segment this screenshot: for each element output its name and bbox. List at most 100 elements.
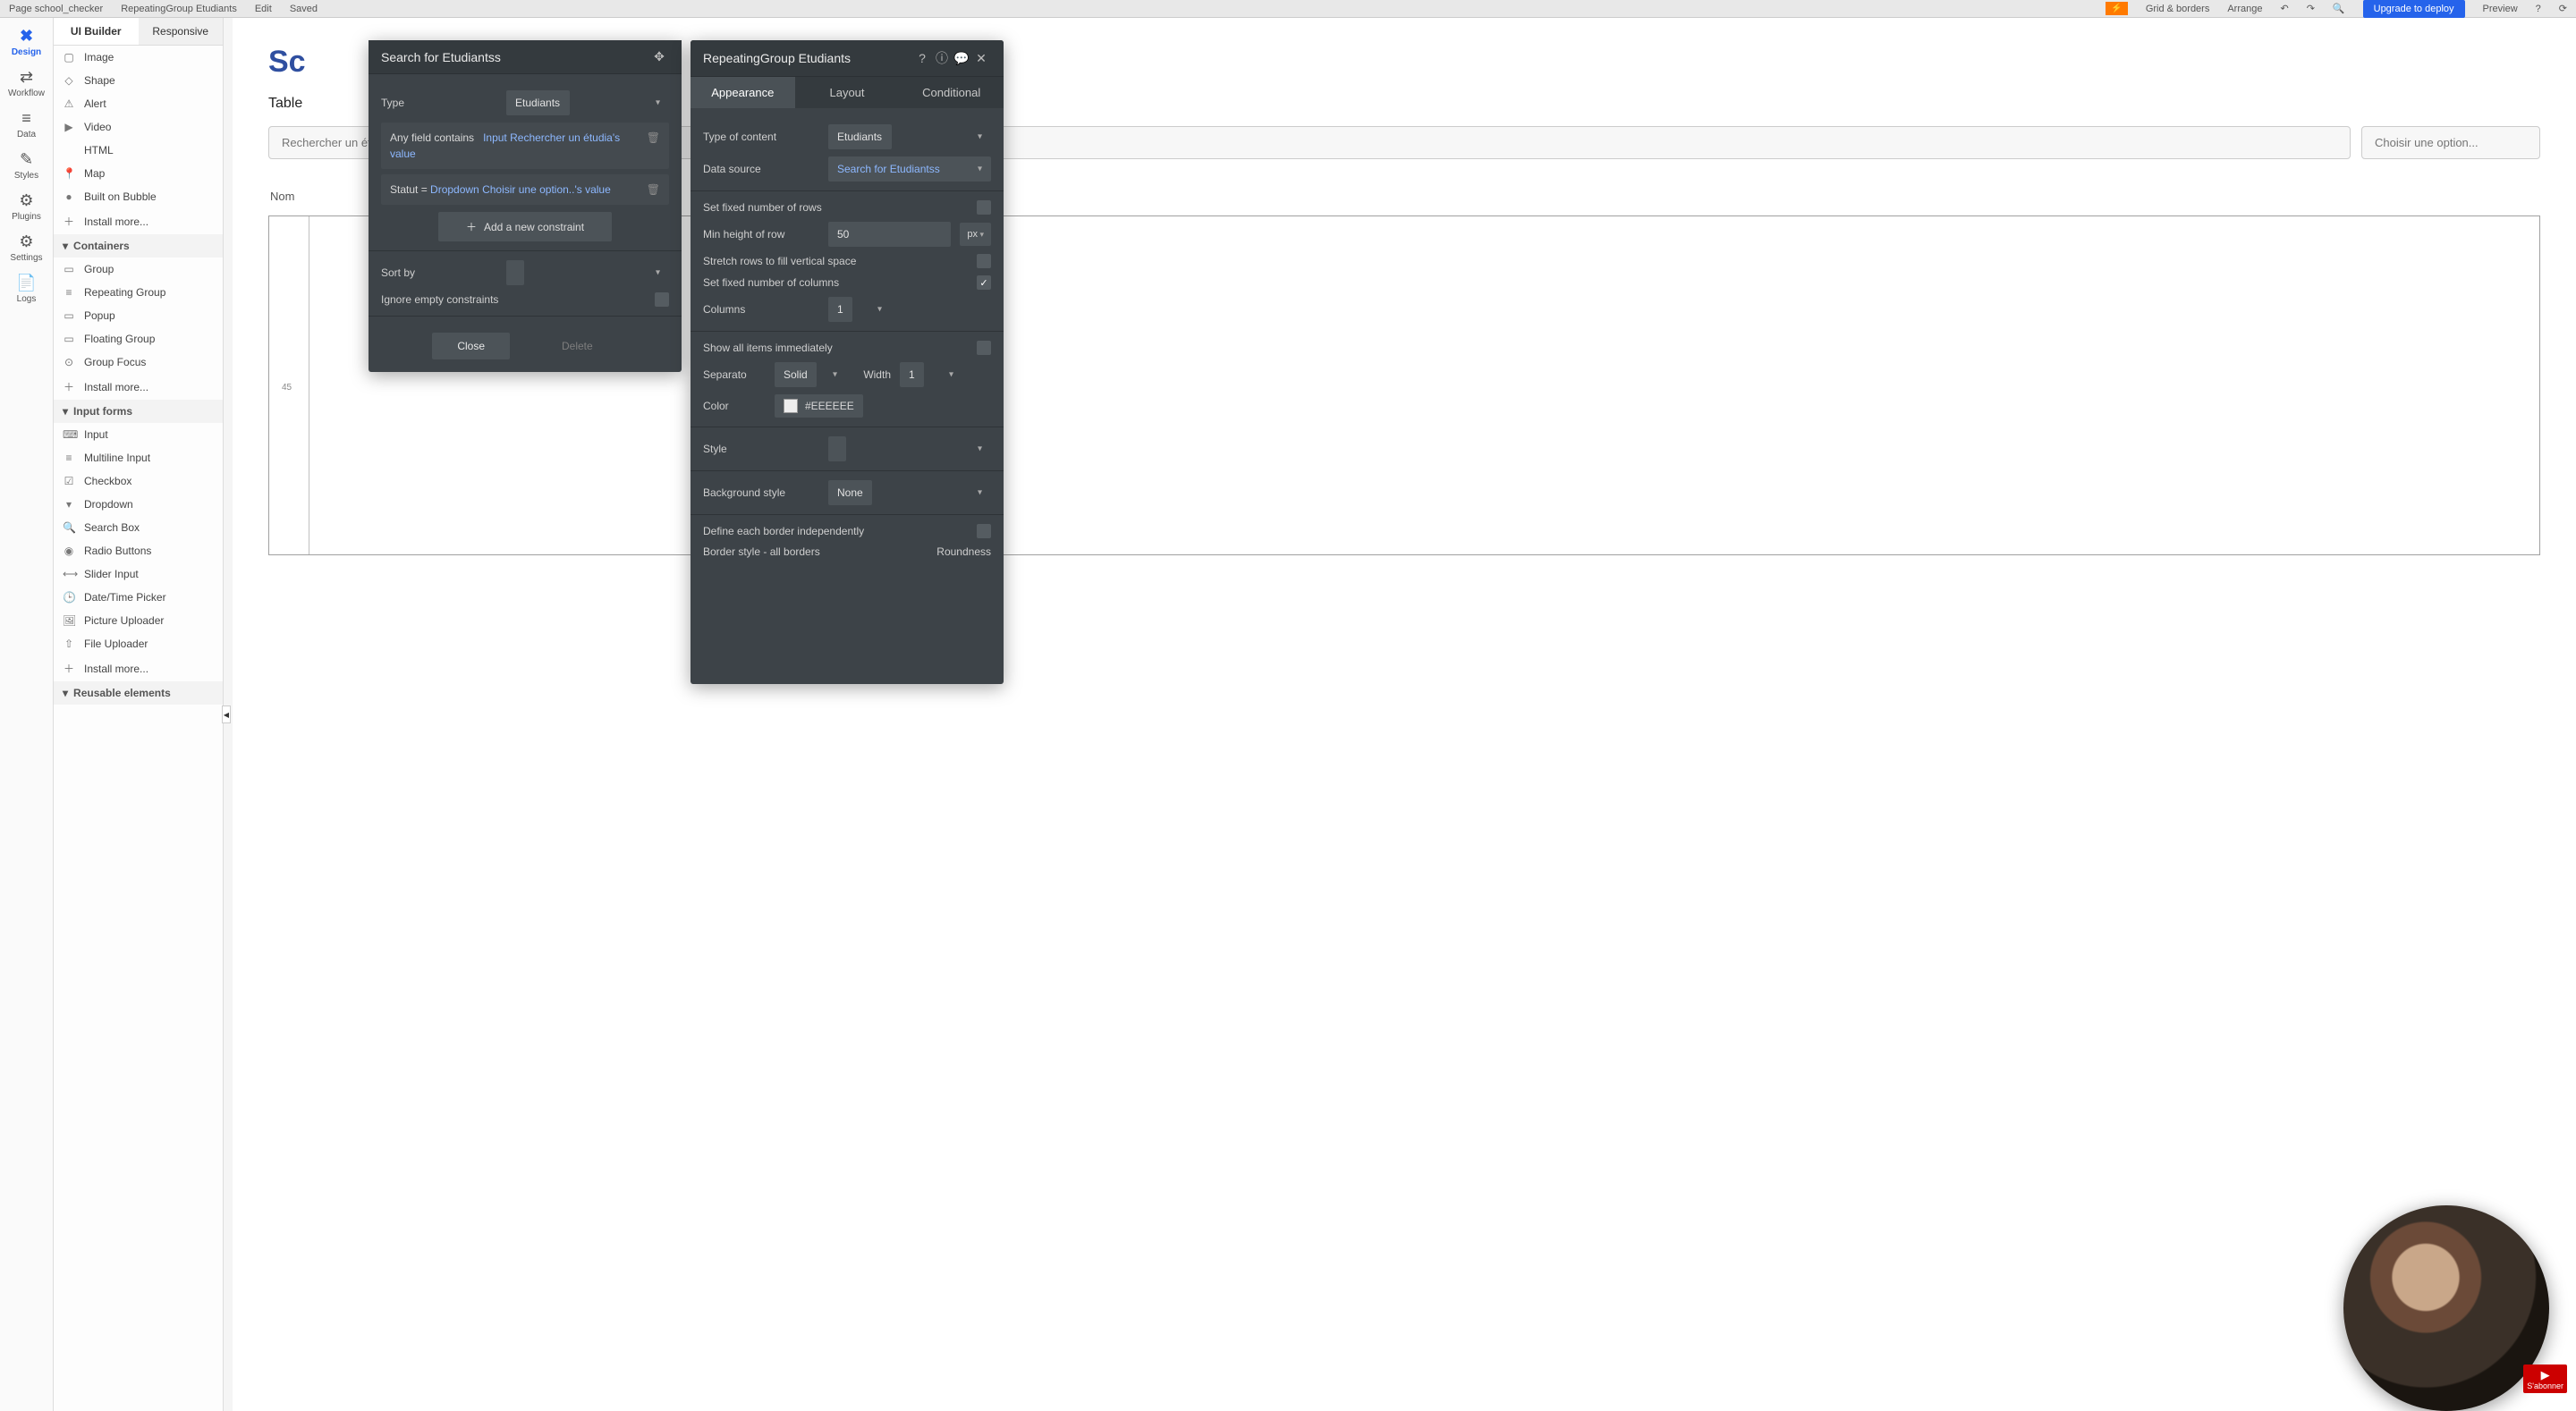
close-icon[interactable]: ✕ [971, 51, 991, 66]
element-item[interactable]: 🖼Picture Uploader [54, 609, 223, 632]
element-item[interactable]: ◇Shape [54, 69, 223, 92]
page-name: Page school_checker [9, 4, 103, 14]
refresh-icon[interactable]: ⟳ [2559, 3, 2567, 14]
element-item[interactable]: ◉Radio Buttons [54, 539, 223, 562]
element-item[interactable]: ▶Video [54, 115, 223, 139]
element-item[interactable]: ⟷Slider Input [54, 562, 223, 586]
element-item[interactable]: ▭Group [54, 258, 223, 281]
constraint-row[interactable]: Statut = Dropdown Choisir une option..'s… [381, 174, 669, 205]
sort-select[interactable] [506, 260, 524, 285]
element-label: Install more... [84, 381, 148, 393]
comment-icon[interactable]: 💬 [952, 51, 971, 66]
rail-plugins[interactable]: ⚙Plugins [0, 186, 53, 227]
color-swatch[interactable] [784, 399, 798, 413]
add-constraint-button[interactable]: ＋ Add a new constraint [438, 212, 611, 241]
data-source-value[interactable]: Search for Etudiantss [837, 163, 940, 175]
element-label: Dropdown [84, 498, 133, 511]
rail-design[interactable]: ✖Design [0, 21, 53, 63]
min-height-input[interactable] [828, 222, 951, 247]
type-content-select[interactable]: Etudiants [828, 124, 892, 149]
data-source-label: Data source [703, 163, 819, 175]
close-button[interactable]: Close [432, 333, 510, 359]
element-item[interactable]: ＋Install more... [54, 208, 223, 234]
element-item[interactable]: ⌨Input [54, 423, 223, 446]
element-item[interactable]: ＋Install more... [54, 655, 223, 681]
element-item[interactable]: ⚠Alert [54, 92, 223, 115]
preview-link[interactable]: Preview [2483, 4, 2518, 14]
constraint-row[interactable]: Any field contains Input Rechercher un é… [381, 123, 669, 169]
filter-dropdown[interactable] [2361, 126, 2540, 159]
unit-select[interactable]: px [960, 223, 991, 246]
separator-select[interactable]: Solid [775, 362, 817, 387]
deploy-button[interactable]: Upgrade to deploy [2363, 0, 2465, 18]
element-item[interactable]: ≡Multiline Input [54, 446, 223, 469]
tab-layout[interactable]: Layout [795, 77, 900, 108]
element-item[interactable]: ●Built on Bubble [54, 185, 223, 208]
redo-icon[interactable]: ↷ [2307, 3, 2315, 14]
columns-select[interactable]: 1 [828, 297, 852, 322]
chevron-down-icon: ▾ [63, 240, 68, 252]
rail-styles[interactable]: ✎Styles [0, 145, 53, 186]
element-item[interactable]: HTML [54, 139, 223, 162]
info-icon[interactable]: ⓘ [932, 49, 952, 67]
element-item[interactable]: ▭Floating Group [54, 327, 223, 351]
element-icon: ◉ [63, 545, 75, 557]
tab-appearance[interactable]: Appearance [691, 77, 795, 108]
rail-workflow[interactable]: ⇄Workflow [0, 63, 53, 104]
grid-toggle[interactable]: Grid & borders [2146, 4, 2210, 14]
tab-responsive[interactable]: Responsive [139, 18, 224, 45]
constraint-value[interactable]: Dropdown Choisir une option..'s value [430, 183, 611, 196]
rail-data[interactable]: ≡Data [0, 104, 53, 145]
element-label: HTML [84, 144, 114, 156]
fixed-cols-checkbox[interactable] [977, 275, 991, 290]
color-label: Color [703, 400, 766, 412]
stretch-label: Stretch rows to fill vertical space [703, 255, 968, 267]
bg-style-select[interactable]: None [828, 480, 872, 505]
delete-button[interactable]: Delete [537, 333, 618, 359]
element-item[interactable]: ⊙Group Focus [54, 351, 223, 374]
stretch-checkbox[interactable] [977, 254, 991, 268]
tab-ui-builder[interactable]: UI Builder [54, 18, 139, 45]
move-icon[interactable]: ✥ [649, 49, 669, 64]
trash-icon[interactable]: 🗑 [647, 182, 660, 198]
help-icon[interactable]: ? [2536, 4, 2541, 14]
assist-icon[interactable]: ⚡ [2106, 2, 2127, 15]
cat-reusable[interactable]: ▾Reusable elements [54, 681, 223, 705]
data-icon: ≡ [0, 109, 53, 128]
help-icon[interactable]: ? [912, 51, 932, 65]
subscribe-button[interactable]: ▶ S'abonner [2523, 1365, 2567, 1393]
edit-label: Edit [255, 4, 272, 14]
element-item[interactable]: 🕒Date/Time Picker [54, 586, 223, 609]
element-item[interactable]: ＋Install more... [54, 374, 223, 400]
cat-input-forms[interactable]: ▾Input forms [54, 400, 223, 423]
element-item[interactable]: ⇧File Uploader [54, 632, 223, 655]
tab-conditional[interactable]: Conditional [899, 77, 1004, 108]
undo-icon[interactable]: ↶ [2280, 3, 2288, 14]
element-name[interactable]: RepeatingGroup Etudiants [121, 4, 237, 14]
rail-logs[interactable]: 📄Logs [0, 268, 53, 309]
fixed-rows-checkbox[interactable] [977, 200, 991, 215]
rail-settings[interactable]: ⚙Settings [0, 227, 53, 268]
element-item[interactable]: ≡Repeating Group [54, 281, 223, 304]
style-select[interactable] [828, 436, 846, 461]
element-item[interactable]: ▾Dropdown [54, 493, 223, 516]
element-item[interactable]: 📍Map [54, 162, 223, 185]
color-value[interactable]: #EEEEEE [805, 400, 854, 412]
zoom-icon[interactable]: 🔍 [2333, 3, 2345, 14]
border-indep-checkbox[interactable] [977, 524, 991, 538]
type-select[interactable]: Etudiants [506, 90, 570, 115]
element-item[interactable]: ▢Image [54, 46, 223, 69]
element-item[interactable]: 🔍Search Box [54, 516, 223, 539]
ignore-empty-checkbox[interactable] [655, 292, 669, 307]
element-icon: ＋ [63, 214, 75, 229]
show-all-checkbox[interactable] [977, 341, 991, 355]
cat-containers[interactable]: ▾Containers [54, 234, 223, 258]
width-select[interactable]: 1 [900, 362, 924, 387]
trash-icon[interactable]: 🗑 [647, 130, 660, 146]
collapse-handle[interactable]: ◀ [222, 706, 231, 723]
inspector-panel: RepeatingGroup Etudiants ? ⓘ 💬 ✕ Appeara… [691, 40, 1004, 684]
element-item[interactable]: ▭Popup [54, 304, 223, 327]
element-label: Group Focus [84, 356, 146, 368]
arrange-menu[interactable]: Arrange [2227, 4, 2262, 14]
element-item[interactable]: ☑Checkbox [54, 469, 223, 493]
